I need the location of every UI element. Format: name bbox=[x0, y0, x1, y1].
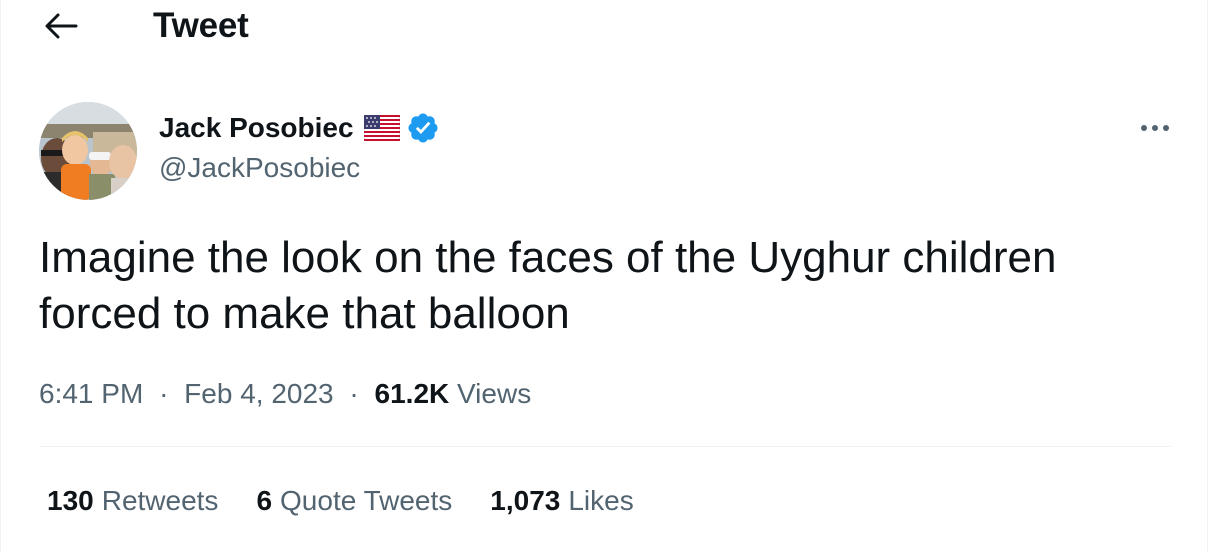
tweet-text: Imagine the look on the faces of the Uyg… bbox=[39, 230, 1169, 342]
likes-label: Likes bbox=[568, 485, 634, 516]
divider bbox=[39, 446, 1171, 447]
engagement-stats: 130 Retweets 6 Quote Tweets 1,073 Likes bbox=[47, 481, 634, 521]
quote-tweets-count: 6 bbox=[256, 485, 273, 516]
tweet-text-line: forced to make that balloon bbox=[39, 289, 570, 338]
likes-stat[interactable]: 1,073 Likes bbox=[490, 481, 633, 521]
tweet-detail-page: Tweet Jack Posobiec @JackPosobiec Imagin… bbox=[0, 0, 1208, 552]
views-count[interactable]: 61.2K bbox=[375, 378, 450, 409]
retweets-count: 130 bbox=[47, 485, 94, 516]
tweet-date[interactable]: Feb 4, 2023 bbox=[184, 378, 333, 409]
retweets-stat[interactable]: 130 Retweets bbox=[47, 481, 218, 521]
likes-count: 1,073 bbox=[490, 485, 561, 516]
arrow-left-icon bbox=[45, 13, 78, 39]
meta-separator: · bbox=[349, 378, 359, 409]
tweet-time[interactable]: 6:41 PM bbox=[39, 378, 143, 409]
avatar-photo bbox=[39, 102, 137, 200]
retweets-label: Retweets bbox=[101, 485, 219, 516]
more-horizontal-icon bbox=[1141, 125, 1169, 131]
quote-tweets-label: Quote Tweets bbox=[280, 485, 453, 516]
meta-separator: · bbox=[159, 378, 169, 409]
author-name-row: Jack Posobiec bbox=[159, 110, 440, 146]
verified-icon[interactable] bbox=[406, 111, 440, 145]
page-header: Tweet bbox=[1, 0, 1207, 56]
tweet-meta: 6:41 PM · Feb 4, 2023 · 61.2K Views bbox=[39, 374, 531, 414]
tweet-text-line: Imagine the look on the faces of the Uyg… bbox=[39, 233, 1057, 282]
us-flag-icon bbox=[363, 114, 401, 142]
page-title: Tweet bbox=[153, 6, 249, 45]
views-label[interactable]: Views bbox=[457, 378, 531, 409]
more-options-button[interactable] bbox=[1133, 110, 1177, 146]
author-name[interactable]: Jack Posobiec bbox=[159, 110, 354, 146]
quote-tweets-stat[interactable]: 6 Quote Tweets bbox=[256, 481, 452, 521]
back-button[interactable] bbox=[37, 6, 85, 46]
author-handle[interactable]: @JackPosobiec bbox=[159, 150, 360, 186]
avatar[interactable] bbox=[39, 102, 137, 200]
